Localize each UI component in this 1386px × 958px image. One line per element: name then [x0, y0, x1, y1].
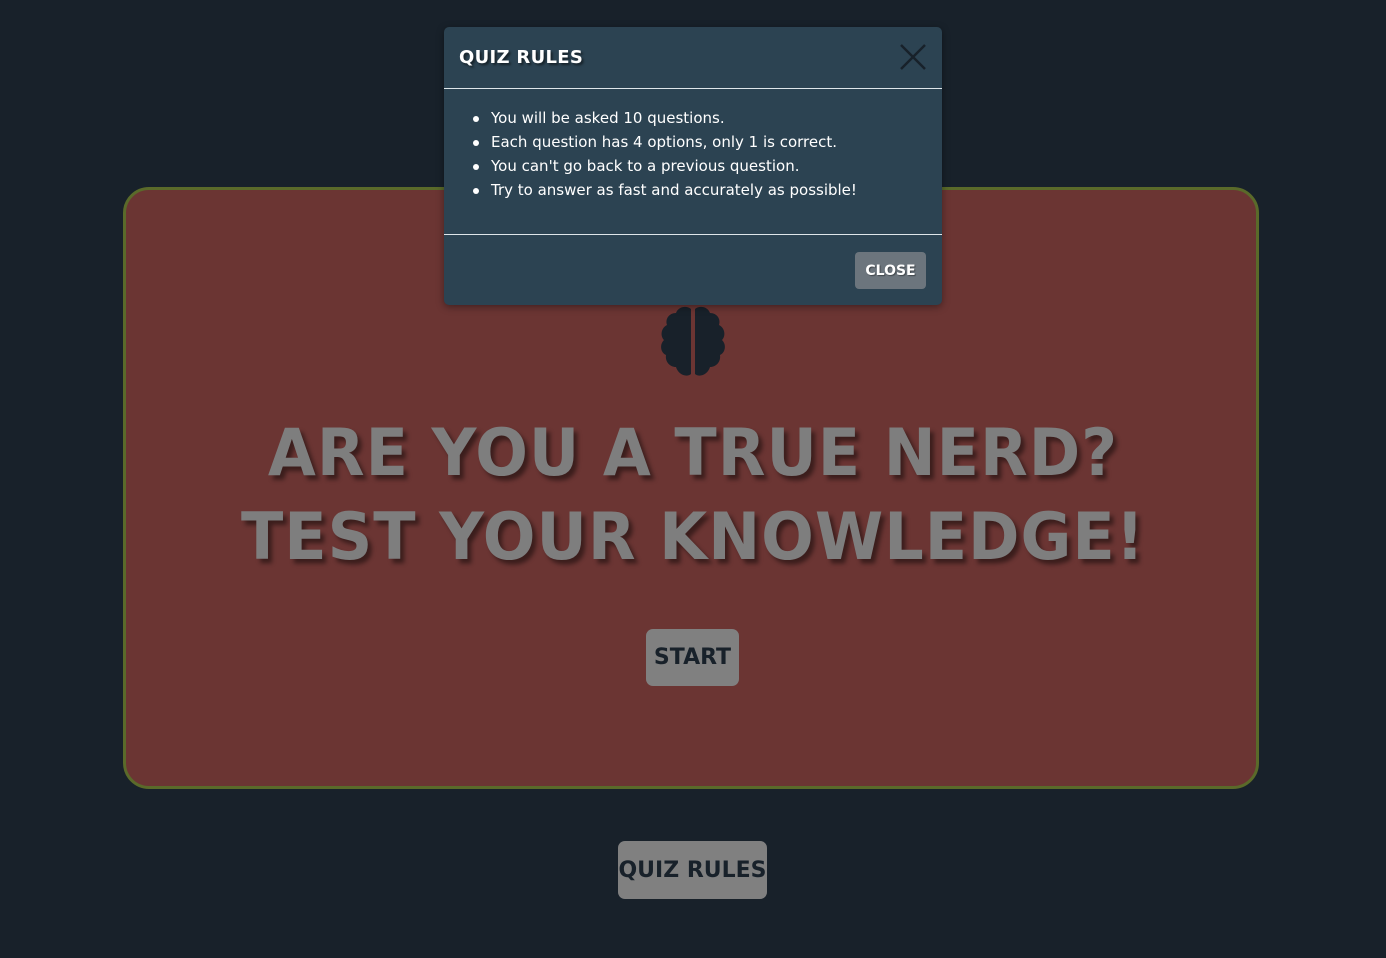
bullet-icon: [473, 116, 479, 122]
start-button[interactable]: START: [646, 629, 739, 686]
modal-title: QUIZ RULES: [459, 47, 584, 68]
bullet-icon: [473, 164, 479, 170]
close-button[interactable]: CLOSE: [855, 252, 926, 289]
rule-text: You will be asked 10 questions.: [491, 109, 725, 127]
rule-text: Each question has 4 options, only 1 is c…: [491, 133, 837, 151]
rule-item: Try to answer as fast and accurately as …: [473, 178, 857, 202]
rule-item: You can't go back to a previous question…: [473, 154, 857, 178]
rule-text: You can't go back to a previous question…: [491, 157, 800, 175]
rule-item: Each question has 4 options, only 1 is c…: [473, 130, 857, 154]
headline-line-1: ARE YOU A TRUE NERD?: [267, 414, 1119, 491]
modal-header: QUIZ RULES: [444, 27, 942, 89]
bullet-icon: [473, 188, 479, 194]
close-icon[interactable]: [898, 42, 928, 72]
quiz-rules-button[interactable]: QUIZ RULES: [618, 841, 767, 899]
quiz-home-page: ARE YOU A TRUE NERD? TEST YOUR KNOWLEDGE…: [0, 0, 1386, 958]
modal-body: You will be asked 10 questions. Each que…: [444, 89, 942, 234]
brain-icon: [661, 306, 725, 376]
rule-item: You will be asked 10 questions.: [473, 106, 857, 130]
rule-text: Try to answer as fast and accurately as …: [491, 181, 857, 199]
headline-line-2: TEST YOUR KNOWLEDGE!: [240, 498, 1146, 575]
quiz-rules-modal: QUIZ RULES You will be asked 10 question…: [444, 27, 942, 305]
rules-list: You will be asked 10 questions. Each que…: [473, 106, 857, 202]
modal-footer: CLOSE: [444, 234, 942, 305]
bullet-icon: [473, 140, 479, 146]
